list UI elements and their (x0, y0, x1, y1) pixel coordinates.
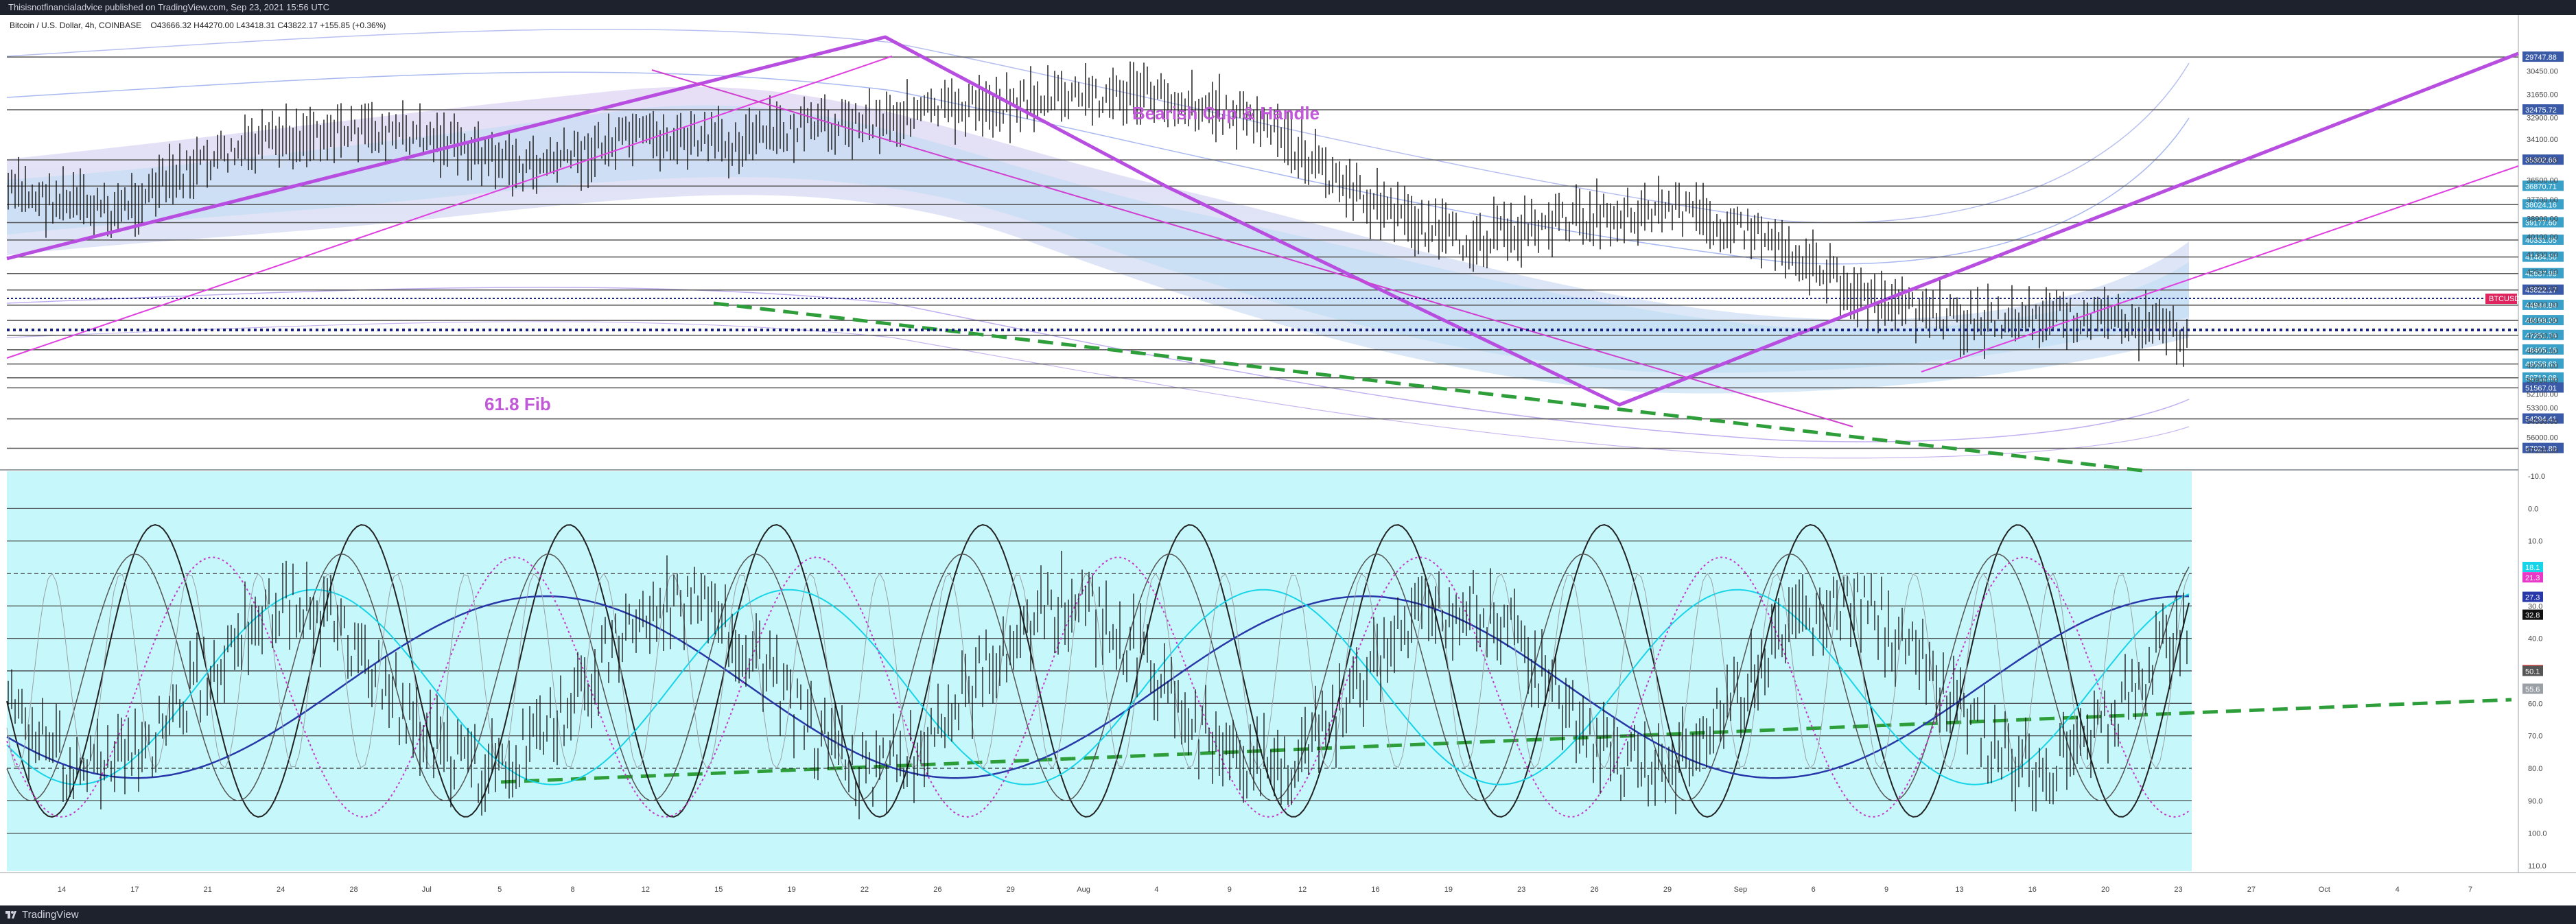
time-tick-label: 8 (570, 886, 574, 894)
time-tick-label: 19 (788, 886, 796, 894)
oscillator-tick-label: -10.0 (2528, 473, 2545, 481)
oscillator-tick-label: 90.0 (2528, 797, 2542, 805)
time-tick-label: 26 (1591, 886, 1599, 894)
time-tick-label: Oct (2319, 886, 2330, 894)
price-tick-label: 34100.00 (2527, 136, 2558, 144)
price-tick-label: 46100.00 (2527, 317, 2558, 325)
price-tick-label: 49700.00 (2527, 362, 2558, 370)
oscillator-tick-label: 60.0 (2528, 700, 2542, 708)
oscillator-tick-label: 100.0 (2528, 830, 2547, 838)
time-tick-label: 23 (1517, 886, 1525, 894)
price-tick-label: 48500.00 (2527, 348, 2558, 356)
time-tick-label: 16 (1371, 886, 1379, 894)
time-tick-label: 4 (1154, 886, 1158, 894)
oscillator-tick-label: 70.0 (2528, 733, 2542, 741)
price-axis[interactable]: 29747.8832475.7235302.6636870.7138024.16… (2522, 51, 2564, 455)
price-tick-label: 44900.00 (2527, 301, 2558, 309)
time-tick-label: 17 (130, 886, 139, 894)
oscillator-tick-label: 80.0 (2528, 765, 2542, 773)
price-tick-label: 32900.00 (2527, 114, 2558, 122)
time-tick-label: 23 (2174, 886, 2182, 894)
price-tick-label: 52100.00 (2527, 390, 2558, 399)
price-tick-label: 54500.00 (2527, 418, 2558, 426)
symbol-title: Bitcoin / U.S. Dollar, 4h, COINBASE (10, 21, 142, 30)
time-tick-label: Sep (1734, 886, 1748, 894)
price-tick-label: 57200.00 (2527, 447, 2558, 455)
oscillator-value-tag-text: 50.1 (2525, 667, 2540, 676)
time-tick-label: 12 (642, 886, 650, 894)
time-tick-label: 16 (2028, 886, 2037, 894)
price-tick-label: 50900.00 (2527, 377, 2558, 385)
time-tick-label: Aug (1077, 886, 1090, 894)
time-tick-label: 13 (1955, 886, 1963, 894)
symbol-tag-text: BTCUSD (2489, 295, 2520, 303)
time-tick-label: 28 (349, 886, 358, 894)
price-tick-label: 35300.00 (2527, 156, 2558, 165)
time-tick-label: Jul (422, 886, 432, 894)
price-tick-label: 41300.00 (2527, 251, 2558, 259)
price-tick-label: 53300.00 (2527, 404, 2558, 412)
ohlc-readout: O43666.32 H44270.00 L43418.31 C43822.17 … (150, 21, 386, 30)
time-tick-label: 4 (2396, 886, 2400, 894)
oscillator-tick-label: 40.0 (2528, 635, 2542, 643)
oscillator-value-tag-text: 55.6 (2525, 686, 2540, 694)
brand-name: TradingView (22, 909, 79, 921)
time-tick-label: 21 (204, 886, 212, 894)
oscillator-value-tag-text: 18.1 (2525, 564, 2540, 572)
time-tick-label: 14 (58, 886, 66, 894)
time-tick-label: 27 (2247, 886, 2256, 894)
level-tag-text: 29747.88 (2525, 54, 2557, 62)
time-tick-label: 15 (714, 886, 723, 894)
oscillator-value-tag-text: 32.8 (2525, 612, 2540, 620)
time-tick-label: 22 (860, 886, 869, 894)
time-tick-label: 26 (933, 886, 941, 894)
time-tick-label: 7 (2468, 886, 2472, 894)
price-tick-label: 40100.00 (2527, 233, 2558, 241)
time-tick-label: 5 (497, 886, 502, 894)
oscillator-tick-label: 110.0 (2528, 862, 2546, 870)
time-tick-label: 9 (1228, 886, 1232, 894)
price-tick-label: 31650.00 (2527, 91, 2558, 99)
price-tick-label: 38900.00 (2527, 215, 2558, 223)
price-tick-label: 36500.00 (2527, 176, 2558, 185)
oscillator-tick-label: 0.0 (2528, 505, 2538, 513)
time-tick-label: 19 (1444, 886, 1453, 894)
price-tick-label: 30450.00 (2527, 68, 2558, 76)
oscillator-value-tag-text: 27.3 (2525, 594, 2540, 602)
chart-header: Bitcoin / U.S. Dollar, 4h, COINBASE O436… (10, 21, 393, 30)
time-tick-label: 9 (1884, 886, 1888, 894)
oscillator-value-tag-text: 21.3 (2525, 574, 2540, 582)
level-tag-text: 32475.72 (2525, 106, 2557, 115)
tradingview-logo-icon (5, 911, 16, 919)
publisher-bar: Thisisnotfinancialadvice published on Tr… (0, 0, 2576, 15)
price-tick-label: 43700.00 (2527, 285, 2558, 293)
price-tick-label: 47300.00 (2527, 333, 2558, 341)
oscillator-tick-label: 30.0 (2528, 602, 2542, 611)
time-tick-label: 12 (1298, 886, 1307, 894)
price-tick-label: 42500.00 (2527, 268, 2558, 276)
time-tick-label: 29 (1007, 886, 1015, 894)
time-tick-label: 6 (1812, 886, 1816, 894)
time-axis[interactable]: 14 17 21 24 28 Jul 5 8 12 15 19 22 26 29 Aug 4 9 12 16 19 23… (58, 886, 2472, 894)
time-tick-label: 29 (1663, 886, 1672, 894)
chart-area[interactable]: Bearish Cup & Handle 61.8 Fib 29747.88 32… (0, 15, 2576, 905)
oscillator-tick-label: 10.0 (2528, 538, 2542, 546)
oscillator-axis[interactable]: -10.00.010.020.030.040.050.060.070.080.0… (2522, 473, 2547, 870)
footer-bar: TradingView (0, 905, 2576, 924)
price-tick-label: 56000.00 (2527, 434, 2558, 442)
price-tick-label: 37700.00 (2527, 196, 2558, 204)
fib-label: 61.8 Fib (484, 394, 551, 414)
pattern-label: Bearish Cup & Handle (1132, 103, 1320, 123)
time-tick-label: 20 (2101, 886, 2109, 894)
time-tick-label: 24 (277, 886, 285, 894)
